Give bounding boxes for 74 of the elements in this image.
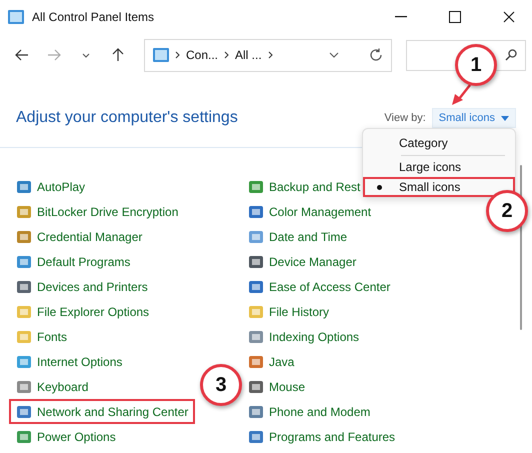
view-by-label: View by:: [384, 112, 426, 124]
control-panel-link[interactable]: Power Options: [16, 424, 116, 449]
dropdown-icon: [501, 116, 509, 120]
control-panel-link[interactable]: Java: [248, 349, 294, 374]
control-panel-link[interactable]: Fonts: [16, 324, 68, 349]
page-heading: Adjust your computer's settings: [16, 109, 239, 127]
applet-icon: [248, 278, 264, 294]
control-panel-link[interactable]: Devices and Printers: [16, 274, 148, 299]
breadcrumb[interactable]: Con...: [186, 48, 218, 62]
control-panel-link[interactable]: Backup and Rest: [248, 174, 360, 199]
applet-icon: [16, 378, 32, 394]
control-panel-link[interactable]: Network and Sharing Center: [9, 399, 196, 424]
control-panel-link[interactable]: Mouse: [248, 374, 306, 399]
applet-icon: [16, 278, 32, 294]
control-panel-link[interactable]: Indexing Options: [248, 324, 360, 349]
control-panel-link[interactable]: Internet Options: [16, 349, 122, 374]
applet-icon: [16, 428, 32, 444]
applet-icon: [248, 428, 264, 444]
up-arrow-icon: [112, 48, 124, 62]
control-panel-icon: [153, 48, 169, 62]
breadcrumb[interactable]: All ...: [235, 48, 262, 62]
search-icon: [505, 49, 517, 61]
maximize-icon: [449, 10, 461, 22]
applet-icon: [248, 354, 264, 370]
control-panel-link[interactable]: Color Management: [248, 199, 372, 224]
control-panel-link[interactable]: File History: [248, 299, 330, 324]
control-panel-link[interactable]: Keyboard: [16, 374, 88, 399]
applet-icon: [248, 204, 264, 220]
control-panel-link[interactable]: Date and Time: [248, 224, 348, 249]
applet-icon: [16, 178, 32, 194]
applet-icon: [16, 228, 32, 244]
control-panel-link[interactable]: BitLocker Drive Encryption: [16, 199, 178, 224]
back-arrow-icon: [15, 49, 29, 61]
annotation-arrow: [450, 84, 472, 106]
forward-arrow-icon: [47, 49, 61, 61]
applet-icon: [16, 304, 32, 320]
control-panel-link[interactable]: Phone and Modem: [248, 399, 370, 424]
selected-dot-icon: [377, 185, 382, 190]
applet-icon: [16, 254, 32, 270]
applet-icon: [248, 228, 264, 244]
applet-icon: [16, 328, 32, 344]
control-panel-link[interactable]: Programs and Features: [248, 424, 396, 449]
menu-item[interactable]: Large icons: [363, 158, 515, 178]
control-panel-link[interactable]: Ease of Access Center: [248, 274, 390, 299]
control-panel-icon: [8, 10, 24, 24]
applet-icon: [248, 178, 264, 194]
control-panel-link[interactable]: Credential Manager: [16, 224, 142, 249]
view-by-dropdown[interactable]: Small icons: [432, 108, 516, 128]
control-panel-link[interactable]: Device Manager: [248, 249, 356, 274]
step-badge: 2: [486, 190, 528, 232]
step-badge: 1: [455, 44, 497, 86]
applet-icon: [16, 354, 32, 370]
applet-icon: [248, 378, 264, 394]
step-badge: 3: [200, 364, 242, 406]
control-panel-link[interactable]: File Explorer Options: [16, 299, 150, 324]
applet-icon: [248, 404, 264, 420]
window-title: All Control Panel Items: [32, 10, 156, 24]
applet-icon: [248, 304, 264, 320]
refresh-icon[interactable]: [369, 48, 383, 62]
minimize-icon: [395, 16, 407, 18]
applet-icon: [16, 204, 32, 220]
chevron-icon: [175, 51, 180, 59]
close-icon: [503, 10, 515, 22]
dropdown-icon[interactable]: [329, 52, 339, 58]
applet-icon: [248, 254, 264, 270]
control-panel-link[interactable]: AutoPlay: [16, 174, 86, 199]
applet-icon: [248, 328, 264, 344]
chevron-icon: [224, 51, 230, 59]
control-panel-link[interactable]: Default Programs: [16, 249, 130, 274]
chevron-down-icon: [82, 52, 90, 58]
address-bar[interactable]: Con... All ...: [144, 38, 392, 72]
chevron-icon: [268, 51, 273, 59]
menu-item[interactable]: Category: [363, 133, 515, 153]
applet-icon: [16, 404, 32, 420]
